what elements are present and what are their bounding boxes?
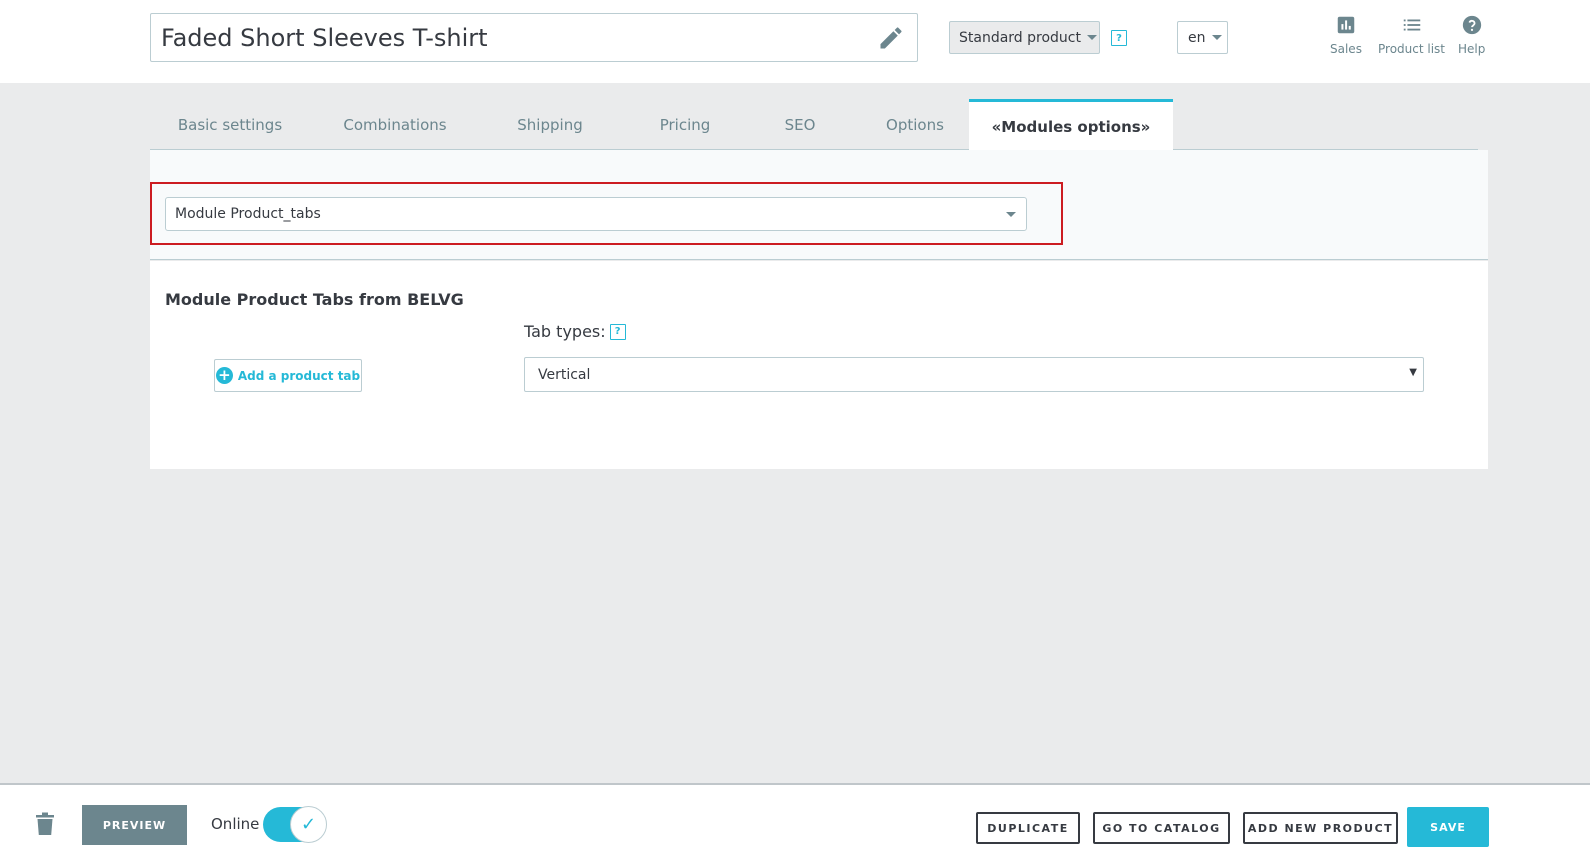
- tab-pricing[interactable]: Pricing: [620, 99, 750, 150]
- add-new-product-button[interactable]: ADD NEW PRODUCT: [1243, 812, 1398, 844]
- module-select-value: Module Product_tabs: [175, 206, 321, 222]
- checkmark-icon: ✓: [290, 806, 327, 843]
- save-button[interactable]: SAVE: [1407, 807, 1489, 847]
- online-toggle[interactable]: ✓: [263, 806, 327, 843]
- online-label: Online: [211, 815, 260, 833]
- tab-label: Combinations: [343, 115, 447, 134]
- chevron-down-icon: [1211, 35, 1222, 40]
- tab-modules-options[interactable]: «Modules options»: [969, 99, 1173, 151]
- trash-icon[interactable]: [35, 812, 55, 836]
- tab-label: SEO: [784, 115, 816, 134]
- add-product-tab-button[interactable]: + Add a product tab: [214, 359, 362, 392]
- sales-label: Sales: [1330, 42, 1362, 56]
- help-circle-icon: [1462, 15, 1481, 35]
- product-name-input[interactable]: Faded Short Sleeves T-shirt: [150, 13, 918, 62]
- go-to-catalog-button[interactable]: GO TO CATALOG: [1093, 812, 1230, 844]
- chevron-down-icon: [1006, 212, 1016, 217]
- help-link[interactable]: Help: [1458, 14, 1485, 56]
- language-select[interactable]: en: [1177, 21, 1228, 54]
- tab-seo[interactable]: SEO: [750, 99, 850, 150]
- product-name-value: Faded Short Sleeves T-shirt: [161, 23, 488, 52]
- language-value: en: [1188, 29, 1206, 46]
- pencil-icon[interactable]: [877, 24, 905, 52]
- tab-types-select[interactable]: Vertical ▼: [524, 357, 1424, 392]
- list-icon: [1403, 19, 1420, 31]
- tab-options[interactable]: Options: [850, 99, 980, 150]
- tab-types-value: Vertical: [538, 366, 591, 383]
- help-label: Help: [1458, 42, 1486, 56]
- duplicate-button[interactable]: DUPLICATE: [976, 812, 1080, 844]
- chevron-down-icon: ▼: [1409, 367, 1417, 378]
- tab-shipping[interactable]: Shipping: [480, 99, 620, 150]
- product-list-label: Product list: [1378, 42, 1446, 56]
- chevron-down-icon: [1087, 35, 1097, 40]
- plus-circle-icon: +: [215, 367, 233, 384]
- tab-combinations[interactable]: Combinations: [310, 99, 480, 150]
- add-product-tab-label: Add a product tab: [237, 368, 361, 383]
- section-title: Module Product Tabs from BELVG: [165, 290, 464, 309]
- tab-label: Pricing: [659, 115, 711, 134]
- sales-link[interactable]: Sales: [1330, 14, 1362, 56]
- tab-label: Shipping: [517, 115, 583, 134]
- preview-button[interactable]: PREVIEW: [82, 805, 187, 845]
- tab-label: Basic settings: [177, 115, 283, 134]
- product-header: Faded Short Sleeves T-shirt Standard pro…: [0, 0, 1590, 83]
- help-icon[interactable]: ?: [609, 323, 626, 340]
- product-tabs: Basic settings Combinations Shipping Pri…: [150, 99, 1478, 151]
- product-type-value: Standard product: [959, 29, 1081, 46]
- module-select[interactable]: Module Product_tabs: [165, 197, 1027, 231]
- tab-types-text: Tab types:: [524, 322, 606, 341]
- product-type-select[interactable]: Standard product: [949, 21, 1100, 54]
- product-list-link[interactable]: Product list: [1378, 14, 1445, 56]
- tab-types-label: Tab types: ?: [524, 322, 626, 341]
- help-icon[interactable]: ?: [1111, 30, 1127, 46]
- bar-chart-icon: [1337, 16, 1355, 34]
- tab-label: «Modules options»: [991, 117, 1151, 136]
- tab-basic-settings[interactable]: Basic settings: [150, 99, 310, 150]
- tab-label: Options: [886, 115, 944, 134]
